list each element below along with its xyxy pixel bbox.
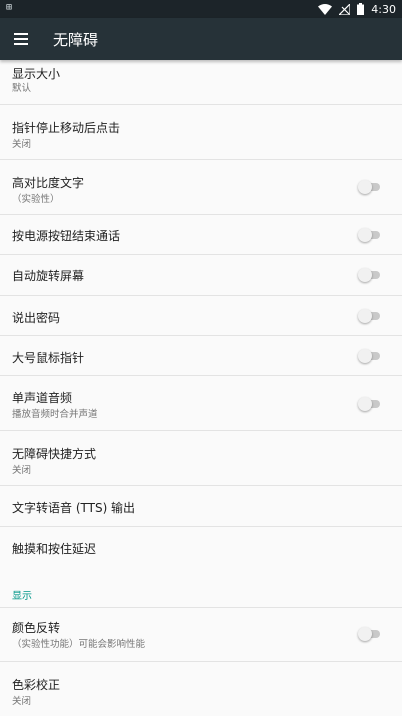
- setting-title: 触摸和按住延迟: [12, 542, 97, 556]
- mono-audio-toggle[interactable]: [358, 397, 382, 411]
- setting-title: 颜色反转: [12, 621, 61, 635]
- setting-large-pointer[interactable]: 大号鼠标指针: [0, 336, 402, 376]
- setting-speak-passwords[interactable]: 说出密码: [0, 296, 402, 336]
- setting-title: 单声道音频: [12, 391, 73, 405]
- setting-mono-audio[interactable]: 单声道音频 播放音频时合并声道: [0, 376, 402, 431]
- status-bar: ⊞ 4:30: [0, 0, 402, 18]
- speak-passwords-toggle[interactable]: [358, 309, 382, 323]
- setting-color-correction[interactable]: 色彩校正 关闭: [0, 662, 402, 716]
- setting-title: 自动旋转屏幕: [12, 269, 85, 283]
- color-inversion-toggle[interactable]: [358, 627, 382, 641]
- display-section-header: 显示: [0, 567, 402, 607]
- setting-title: 大号鼠标指针: [12, 351, 85, 365]
- setting-dwell-click[interactable]: 指针停止移动后点击 关闭: [0, 105, 402, 160]
- setting-title: 指针停止移动后点击: [12, 121, 121, 135]
- wifi-icon: [318, 3, 333, 15]
- setting-high-contrast[interactable]: 高对比度文字 （实验性）: [0, 160, 402, 215]
- signal-icon: [339, 3, 351, 15]
- setting-title: 说出密码: [12, 311, 61, 325]
- battery-icon: [357, 3, 365, 15]
- setting-accessibility-shortcut[interactable]: 无障碍快捷方式 关闭: [0, 431, 402, 486]
- setting-touch-hold-delay[interactable]: 触摸和按住延迟: [0, 527, 402, 567]
- setting-title: 文字转语音 (TTS) 输出: [12, 501, 136, 515]
- section-label: 显示: [12, 591, 32, 602]
- setting-summary: 播放音频时合并声道: [12, 409, 98, 420]
- setting-power-ends-call[interactable]: 按电源按钮结束通话: [0, 215, 402, 255]
- power-ends-call-toggle[interactable]: [358, 228, 382, 242]
- setting-summary: 关闭: [12, 465, 32, 476]
- setting-title: 按电源按钮结束通话: [12, 229, 121, 243]
- setting-title: 无障碍快捷方式: [12, 447, 97, 461]
- setting-auto-rotate[interactable]: 自动旋转屏幕: [0, 255, 402, 296]
- menu-icon[interactable]: [9, 27, 33, 51]
- setting-summary: （实验性）: [12, 194, 60, 205]
- setting-tts-output[interactable]: 文字转语音 (TTS) 输出: [0, 486, 402, 527]
- large-pointer-toggle[interactable]: [358, 349, 382, 363]
- setting-display-size[interactable]: 显示大小 默认: [0, 60, 402, 105]
- setting-summary: （实验性功能）可能会影响性能: [12, 639, 146, 650]
- setting-summary: 关闭: [12, 139, 32, 150]
- setting-summary: 默认: [12, 83, 32, 94]
- setting-summary: 关闭: [12, 696, 32, 707]
- sim-icon: ⊞: [6, 2, 13, 13]
- high-contrast-toggle[interactable]: [358, 180, 382, 194]
- setting-title: 高对比度文字: [12, 176, 85, 190]
- app-bar: 无障碍: [0, 18, 402, 60]
- settings-list: 显示大小 默认 指针停止移动后点击 关闭 高对比度文字 （实验性） 按电源按钮结…: [0, 60, 402, 716]
- auto-rotate-toggle[interactable]: [358, 268, 382, 282]
- page-title: 无障碍: [53, 31, 99, 49]
- setting-color-inversion[interactable]: 颜色反转 （实验性功能）可能会影响性能: [0, 607, 402, 662]
- status-clock: 4:30: [371, 2, 396, 16]
- setting-title: 色彩校正: [12, 678, 61, 692]
